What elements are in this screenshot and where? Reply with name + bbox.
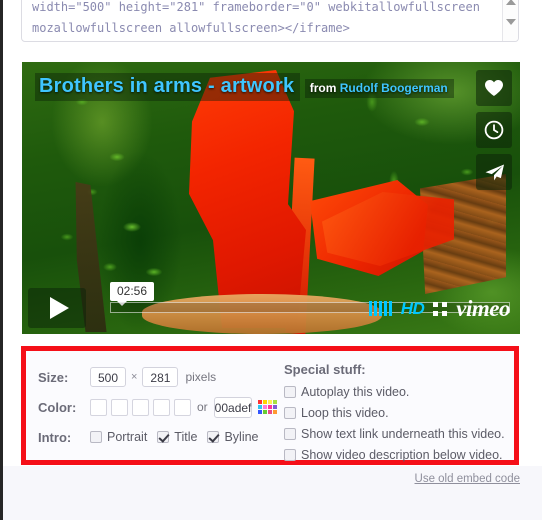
embed-code-line-1: width="500" height="281" frameborder="0"… — [32, 0, 480, 14]
intro-option-title[interactable]: Title — [157, 430, 197, 444]
time-tooltip: 02:56 — [110, 282, 155, 306]
autoplay-checkbox[interactable] — [284, 386, 296, 398]
play-button[interactable] — [28, 288, 86, 328]
settings-right-column: Special stuff: Autoplay this video. Loop… — [276, 351, 514, 462]
loop-checkbox[interactable] — [284, 407, 296, 419]
embed-code-textarea[interactable]: width="500" height="281" frameborder="0"… — [21, 0, 519, 42]
color-swatch[interactable] — [111, 398, 128, 416]
special-option-description[interactable]: Show video description below video. — [284, 446, 514, 464]
intro-row: Intro: Portrait Title Byline — [38, 422, 276, 452]
color-label: Color: — [38, 399, 77, 415]
embed-code-text: width="500" height="281" frameborder="0"… — [32, 0, 492, 39]
loop-label: Loop this video. — [301, 406, 389, 420]
intro-option-portrait[interactable]: Portrait — [90, 430, 147, 444]
byline-prefix: from — [309, 81, 337, 95]
video-title[interactable]: Brothers in arms - artwork — [35, 73, 301, 101]
color-picker-grid-icon[interactable] — [258, 400, 278, 414]
size-row: Size: 500 × 281 pixels — [38, 362, 276, 392]
intro-label: Intro: — [38, 429, 72, 445]
size-separator: × — [131, 371, 138, 383]
like-heart-icon — [484, 79, 504, 97]
embed-settings-page: width="500" height="281" frameborder="0"… — [0, 0, 542, 520]
title-checkbox[interactable] — [157, 431, 170, 443]
video-action-buttons — [476, 70, 512, 190]
embed-code-line-2: mozallowfullscreen allowfullscreen></ifr… — [32, 21, 350, 35]
volume-bars-icon[interactable] — [368, 301, 392, 316]
autoplay-label: Autoplay this video. — [301, 385, 410, 399]
size-unit-label: pixels — [185, 370, 217, 384]
share-button[interactable] — [476, 154, 512, 190]
color-swatch[interactable] — [132, 398, 149, 416]
special-option-autoplay[interactable]: Autoplay this video. — [284, 383, 514, 401]
color-swatches — [90, 398, 191, 416]
video-title-overlay: Brothers in arms - artwork from Rudolf B… — [35, 73, 454, 101]
portrait-label: Portrait — [107, 430, 148, 444]
size-label: Size: — [38, 369, 69, 385]
color-or-label: or — [197, 400, 208, 414]
use-old-embed-code-link[interactable]: Use old embed code — [415, 473, 520, 485]
byline-label: Byline — [224, 430, 259, 444]
video-controls-right: HD vimeo — [368, 297, 510, 320]
description-checkbox[interactable] — [284, 449, 296, 461]
video-byline: from Rudolf Boogerman — [304, 79, 454, 98]
byline-author[interactable]: Rudolf Boogerman — [340, 81, 448, 95]
embed-settings-panel: Size: 500 × 281 pixels Color: or 00adef … — [21, 346, 519, 465]
vimeo-logo[interactable]: vimeo — [456, 297, 510, 320]
fullscreen-icon[interactable] — [433, 301, 448, 316]
video-player[interactable]: Brothers in arms - artwork from Rudolf B… — [22, 62, 520, 334]
color-swatch[interactable] — [153, 398, 170, 416]
byline-checkbox[interactable] — [207, 431, 220, 443]
like-button[interactable] — [476, 70, 512, 106]
description-label: Show video description below video. — [301, 448, 503, 462]
intro-option-byline[interactable]: Byline — [207, 430, 259, 444]
color-row: Color: or 00adef — [38, 392, 278, 422]
height-input[interactable]: 281 — [142, 367, 179, 387]
hd-badge[interactable]: HD — [401, 299, 425, 319]
video-controls-bar: 02:56 HD vimeo — [22, 282, 520, 334]
embed-code-scrollbar[interactable] — [502, 0, 518, 41]
watch-later-button[interactable] — [476, 112, 512, 148]
special-option-text-link[interactable]: Show text link underneath this video. — [284, 425, 514, 443]
width-input[interactable]: 500 — [90, 367, 126, 387]
settings-left-column: Size: 500 × 281 pixels Color: or 00adef … — [26, 351, 278, 460]
triangle-down-icon[interactable] — [506, 19, 516, 25]
triangle-up-icon[interactable] — [506, 0, 516, 5]
color-swatch[interactable] — [174, 398, 191, 416]
play-icon — [49, 297, 69, 319]
page-left-edge — [0, 0, 3, 520]
text-link-label: Show text link underneath this video. — [301, 427, 505, 441]
watch-later-clock-icon — [484, 120, 504, 140]
portrait-checkbox[interactable] — [90, 431, 102, 443]
special-option-loop[interactable]: Loop this video. — [284, 404, 514, 422]
title-label: Title — [174, 430, 198, 444]
special-stuff-title: Special stuff: — [284, 362, 366, 377]
text-link-checkbox[interactable] — [284, 428, 296, 440]
share-paper-plane-icon — [484, 163, 505, 182]
color-swatch[interactable] — [90, 398, 107, 416]
color-hex-input[interactable]: 00adef — [213, 396, 253, 418]
